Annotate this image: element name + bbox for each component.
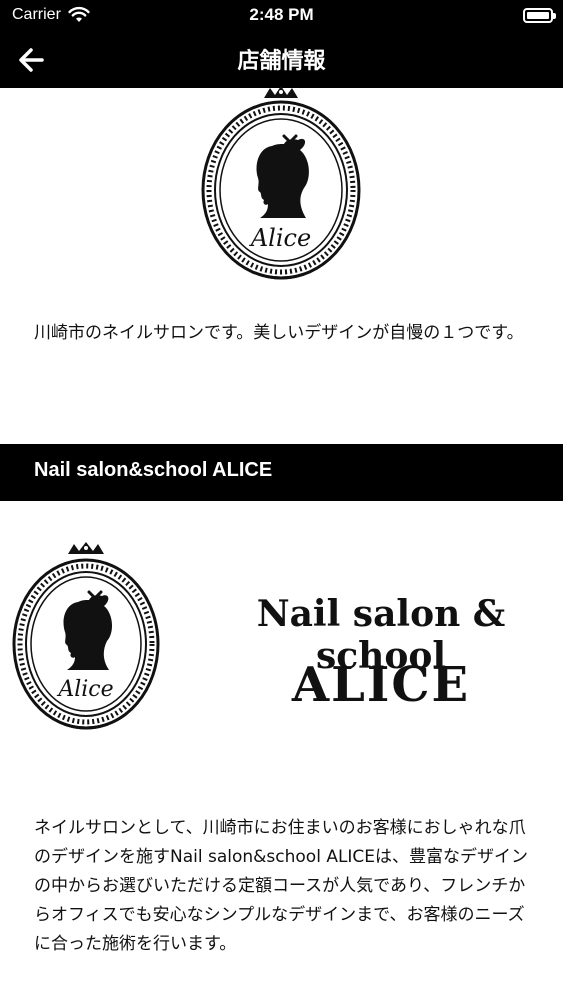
salon-banner-image: Alice Nail salon & school ALICE bbox=[0, 530, 563, 740]
alice-banner-logo-image: Alice bbox=[12, 542, 160, 730]
banner-logo-script-text: Alice bbox=[56, 677, 113, 702]
intro-text: 川崎市のネイルサロンです。美しいデザインが自慢の１つです。 bbox=[34, 323, 524, 343]
navigation-bar: 店舗情報 bbox=[0, 32, 563, 88]
page-title: 店舗情報 bbox=[237, 49, 326, 74]
section-title: Nail salon&school ALICE bbox=[34, 459, 273, 481]
clock-time: 2:48 PM bbox=[249, 5, 314, 24]
section-header: Nail salon&school ALICE bbox=[0, 444, 563, 501]
battery-icon bbox=[523, 8, 556, 23]
alice-logo-image: Alice bbox=[201, 86, 361, 280]
banner-brand-name: ALICE bbox=[291, 657, 471, 713]
status-bar: Carrier 2:48 PM bbox=[0, 0, 563, 32]
logo-script-text: Alice bbox=[249, 224, 311, 252]
salon-description: ネイルサロンとして、川崎市にお住まいのお客様におしゃれな爪のデザインを施すNai… bbox=[34, 818, 529, 954]
